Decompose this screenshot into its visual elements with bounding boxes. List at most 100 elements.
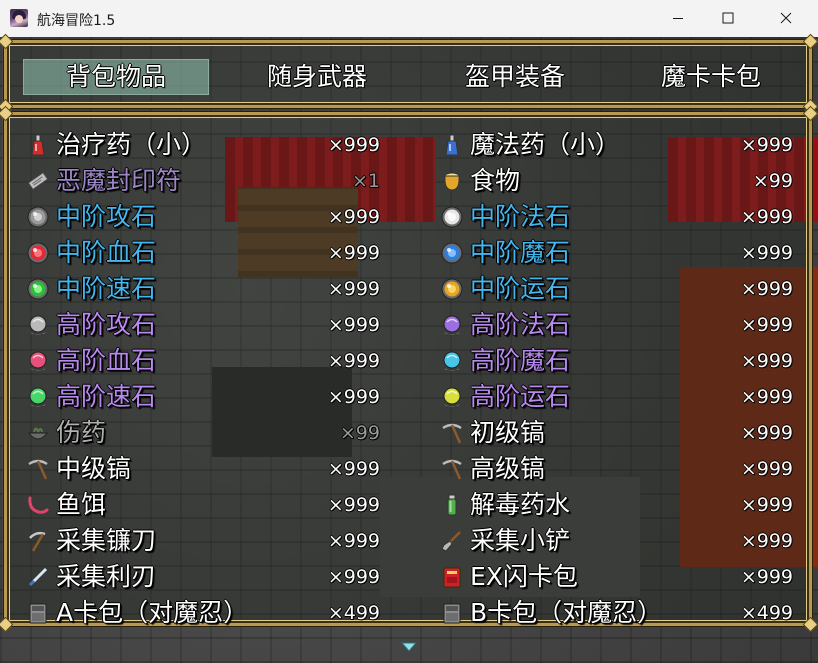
item-quantity: ×499 <box>327 602 380 624</box>
close-button[interactable] <box>763 0 809 37</box>
pickaxe-icon <box>440 421 464 445</box>
item-quantity: ×999 <box>740 314 793 336</box>
gray-orb-icon <box>26 205 50 229</box>
blue-orb-icon <box>440 241 464 265</box>
inventory-item[interactable]: 鱼饵 ×999 <box>26 488 382 522</box>
pink-crystal-icon <box>26 349 50 373</box>
item-quantity: ×999 <box>740 350 793 372</box>
scroll-icon <box>26 169 50 193</box>
inventory-item[interactable]: 恶魔封印符 ×1 <box>26 164 382 198</box>
item-quantity: ×999 <box>327 278 380 300</box>
item-name: 高阶攻石 <box>56 310 157 339</box>
white-orb-icon <box>440 205 464 229</box>
inventory-item[interactable]: 高阶法石 ×999 <box>440 308 796 342</box>
minimize-icon <box>673 18 683 19</box>
red-potion-icon <box>26 133 50 157</box>
tab-armor[interactable]: 盔甲装备 <box>435 59 595 95</box>
app-icon <box>10 9 28 27</box>
item-quantity: ×499 <box>740 602 793 624</box>
inventory-item[interactable]: 采集利刃 ×999 <box>26 560 382 594</box>
inventory-item[interactable]: EX闪卡包 ×999 <box>440 560 796 594</box>
inventory-item[interactable]: 高阶血石 ×999 <box>26 344 382 378</box>
item-quantity: ×999 <box>740 134 793 156</box>
item-quantity: ×99 <box>339 422 380 444</box>
item-name: B卡包（对魔忍） <box>470 598 663 627</box>
item-quantity: ×999 <box>327 566 380 588</box>
worm-bait-icon <box>26 493 50 517</box>
food-pot-icon <box>440 169 464 193</box>
item-name: 中级镐 <box>56 454 132 483</box>
item-name: EX闪卡包 <box>470 562 578 591</box>
item-name: 采集小铲 <box>470 526 571 555</box>
inventory-item[interactable]: 食物 ×99 <box>440 164 796 198</box>
close-icon <box>780 12 792 24</box>
inventory-item[interactable]: 中阶攻石 ×999 <box>26 200 382 234</box>
maximize-icon <box>722 12 734 24</box>
item-name: 伤药 <box>56 418 107 447</box>
item-quantity: ×999 <box>327 134 380 156</box>
item-quantity: ×999 <box>327 530 380 552</box>
card-pack-icon <box>26 601 50 625</box>
item-name: 中阶攻石 <box>56 202 157 231</box>
inventory-item[interactable]: 中阶血石 ×999 <box>26 236 382 270</box>
tab-weapons[interactable]: 随身武器 <box>237 59 397 95</box>
item-quantity: ×999 <box>327 314 380 336</box>
gray-crystal-icon <box>26 313 50 337</box>
item-name: 鱼饵 <box>56 490 107 519</box>
inventory-item[interactable]: 高级镐 ×999 <box>440 452 796 486</box>
tab-backpack-items[interactable]: 背包物品 <box>23 59 209 95</box>
inventory-item[interactable]: 中级镐 ×999 <box>26 452 382 486</box>
pickaxe-icon <box>440 457 464 481</box>
blue-potion-icon <box>440 133 464 157</box>
item-quantity: ×999 <box>327 386 380 408</box>
maximize-button[interactable] <box>705 0 751 37</box>
inventory-item[interactable]: 魔法药（小） ×999 <box>440 128 796 162</box>
herb-bowl-icon <box>26 421 50 445</box>
window-title: 航海冒险1.5 <box>37 13 116 29</box>
item-name: 食物 <box>470 166 521 195</box>
inventory-item[interactable]: 解毒药水 ×999 <box>440 488 796 522</box>
item-quantity: ×999 <box>327 494 380 516</box>
inventory-item[interactable]: 治疗药（小） ×999 <box>26 128 382 162</box>
item-quantity: ×1 <box>351 170 380 192</box>
inventory-item[interactable]: 中阶速石 ×999 <box>26 272 382 306</box>
item-name: A卡包（对魔忍） <box>56 598 249 627</box>
item-name: 高阶血石 <box>56 346 157 375</box>
gold-orb-icon <box>440 277 464 301</box>
scroll-down-arrow-icon[interactable] <box>401 642 417 652</box>
item-name: 中阶魔石 <box>470 238 571 267</box>
item-quantity: ×999 <box>740 206 793 228</box>
item-quantity: ×999 <box>740 494 793 516</box>
inventory-item[interactable]: 中阶魔石 ×999 <box>440 236 796 270</box>
inventory-item[interactable]: 高阶运石 ×999 <box>440 380 796 414</box>
inventory-item[interactable]: 高阶魔石 ×999 <box>440 344 796 378</box>
item-name: 高阶魔石 <box>470 346 571 375</box>
pickaxe-icon <box>26 457 50 481</box>
inventory-item[interactable]: 中阶法石 ×999 <box>440 200 796 234</box>
item-name: 高阶运石 <box>470 382 571 411</box>
item-name: 治疗药（小） <box>56 130 207 159</box>
inventory-item[interactable]: 中阶运石 ×999 <box>440 272 796 306</box>
category-window: 背包物品 随身武器 盔甲装备 魔卡卡包 <box>0 33 818 115</box>
inventory-item[interactable]: 采集镰刀 ×999 <box>26 524 382 558</box>
green-orb-icon <box>26 277 50 301</box>
card-pack-icon <box>440 601 464 625</box>
item-quantity: ×999 <box>327 242 380 264</box>
item-name: 中阶运石 <box>470 274 571 303</box>
inventory-item[interactable]: 初级镐 ×999 <box>440 416 796 450</box>
item-quantity: ×999 <box>740 458 793 480</box>
item-quantity: ×999 <box>327 206 380 228</box>
inventory-item[interactable]: 采集小铲 ×999 <box>440 524 796 558</box>
tab-card-packs[interactable]: 魔卡卡包 <box>631 59 791 95</box>
item-quantity: ×999 <box>740 530 793 552</box>
inventory-item[interactable]: 高阶攻石 ×999 <box>26 308 382 342</box>
green-crystal-icon <box>26 385 50 409</box>
inventory-item[interactable]: A卡包（对魔忍） ×499 <box>26 596 382 630</box>
minimize-button[interactable] <box>655 0 701 37</box>
item-quantity: ×999 <box>740 242 793 264</box>
cyan-crystal-icon <box>440 349 464 373</box>
inventory-item[interactable]: B卡包（对魔忍） ×499 <box>440 596 796 630</box>
inventory-item[interactable]: 高阶速石 ×999 <box>26 380 382 414</box>
inventory-item[interactable]: 伤药 ×99 <box>26 416 382 450</box>
item-name: 中阶法石 <box>470 202 571 231</box>
